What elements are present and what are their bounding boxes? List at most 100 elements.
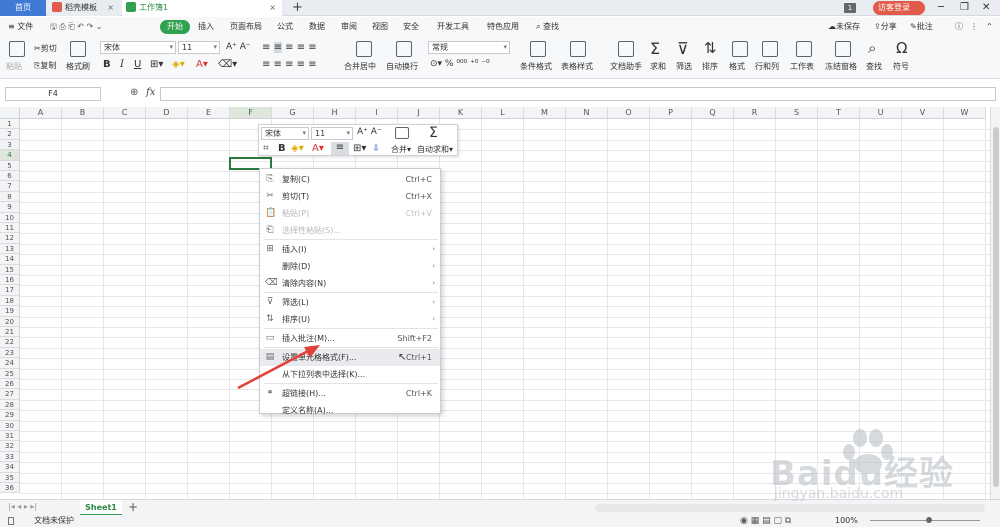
row-header[interactable]: 24 [0, 358, 20, 369]
find-label[interactable]: 查找 [866, 61, 882, 72]
row-header[interactable]: 26 [0, 379, 20, 390]
mini-size-select[interactable]: 11 ▾ [311, 127, 353, 140]
column-header[interactable]: I [356, 107, 398, 119]
row-header[interactable]: 36 [0, 483, 20, 494]
column-header[interactable]: D [146, 107, 188, 119]
row-header[interactable]: 4 [0, 150, 20, 161]
border-icon[interactable]: ⊞▾ [150, 59, 163, 70]
menu-special[interactable]: 特色应用 [487, 17, 519, 37]
row-header[interactable]: 8 [0, 191, 20, 203]
row-header[interactable]: 32 [0, 441, 20, 452]
worksheet-icon[interactable] [796, 41, 812, 57]
context-menu-item[interactable]: 定义名称(A)... [260, 402, 440, 419]
paste-button-label[interactable]: 粘贴 [6, 61, 22, 72]
row-header[interactable]: 17 [0, 285, 20, 296]
fx-icon[interactable]: fx [146, 87, 155, 98]
mini-clear-icon[interactable]: ⍋ [373, 142, 379, 153]
underline-icon[interactable]: U [134, 59, 141, 70]
column-header[interactable]: C [104, 107, 146, 119]
vertical-scrollbar[interactable] [990, 107, 1000, 499]
row-header[interactable]: 28 [0, 399, 20, 411]
column-header[interactable]: U [860, 107, 902, 119]
wrap-text-label[interactable]: 自动换行 [386, 61, 418, 72]
merge-center-icon[interactable] [356, 41, 372, 57]
align-horizontal-icons[interactable]: ≡ ≡ ≡ ≡ ≡ [262, 59, 317, 70]
zoom-formula-icon[interactable]: ⊕ [130, 87, 138, 98]
font-select[interactable]: 宋体 ▾ [100, 41, 176, 54]
row-header[interactable]: 30 [0, 420, 20, 431]
font-grow-shrink-icons[interactable]: A⁺ A⁻ [226, 42, 251, 52]
tab-workbook[interactable]: 工作簿1 × [122, 0, 282, 16]
mini-font-select[interactable]: 宋体 ▾ [261, 127, 309, 140]
sort-icon[interactable]: ⇅ [704, 39, 717, 57]
sheet-nav-icons[interactable]: |◂ ◂ ▸ ▸| [8, 502, 37, 511]
row-header[interactable]: 14 [0, 254, 20, 265]
mini-fill-icon[interactable]: ◈▾ [291, 143, 304, 154]
column-header[interactable]: Q [692, 107, 734, 119]
row-header[interactable]: 33 [0, 451, 20, 463]
add-sheet-icon[interactable]: + [128, 500, 138, 515]
number-format-select[interactable]: 常规 ▾ [428, 41, 510, 54]
row-header[interactable]: 27 [0, 389, 20, 400]
column-header[interactable]: P [650, 107, 692, 119]
mini-font-color-icon[interactable]: A▾ [312, 143, 324, 154]
scroll-thumb[interactable] [993, 127, 999, 487]
column-header[interactable]: F [230, 107, 272, 119]
mini-sum-icon[interactable]: Σ [429, 125, 438, 141]
doc-helper-icon[interactable] [618, 41, 634, 57]
context-menu-item[interactable]: ⊽ 筛选(L) › [260, 294, 440, 311]
row-header[interactable]: 1 [0, 119, 20, 130]
find-icon[interactable]: ⌕ [868, 39, 876, 57]
row-header[interactable]: 6 [0, 171, 20, 182]
row-header[interactable]: 34 [0, 462, 20, 473]
number-format-icons[interactable]: ⊙▾ % ⁰⁰⁰ ⁺⁰ ⁻⁰ [430, 59, 490, 69]
table-style-icon[interactable] [570, 41, 586, 57]
freeze-label[interactable]: 冻结窗格 [825, 61, 857, 72]
italic-icon[interactable]: I [120, 59, 124, 70]
quick-access-icons[interactable]: 🖫 ⎙ ⎗ ↶ ↷ ⌄ [50, 17, 102, 37]
row-header[interactable]: 21 [0, 327, 20, 338]
menu-data[interactable]: 数据 [309, 17, 325, 37]
mini-font-grow-shrink-icons[interactable]: A⁺ A⁻ [357, 127, 382, 137]
column-header[interactable]: W [944, 107, 986, 119]
menu-insert[interactable]: 插入 [198, 17, 214, 37]
row-header[interactable]: 20 [0, 316, 20, 327]
paste-icon[interactable] [9, 41, 25, 57]
row-header[interactable]: 5 [0, 160, 20, 171]
column-header[interactable]: R [734, 107, 776, 119]
window-count-badge[interactable]: 1 [844, 3, 856, 13]
font-size-select[interactable]: 11 ▾ [178, 41, 220, 54]
bold-icon[interactable]: B [103, 59, 111, 70]
format-painter-label[interactable]: 格式刷 [66, 61, 90, 72]
collapse-ribbon-icon[interactable]: ⌃ [986, 17, 993, 37]
tab-templates[interactable]: 稻壳模板 × [48, 0, 120, 16]
font-color-icon[interactable]: A▾ [196, 59, 208, 70]
sum-label[interactable]: 求和 [650, 61, 666, 72]
symbol-label[interactable]: 符号 [893, 61, 909, 72]
column-header[interactable]: M [524, 107, 566, 119]
row-header[interactable]: 25 [0, 368, 20, 379]
format-label[interactable]: 格式 [729, 61, 745, 72]
close-icon[interactable]: × [269, 0, 276, 16]
context-menu-item[interactable]: 删除(D) › [260, 258, 440, 275]
new-tab-icon[interactable]: + [292, 0, 303, 15]
sheet-tab[interactable]: Sheet1 [80, 500, 122, 516]
menu-security[interactable]: 安全 [403, 17, 419, 37]
column-header[interactable]: H [314, 107, 356, 119]
visitor-login-button[interactable]: 访客登录 [873, 1, 925, 15]
row-header[interactable]: 22 [0, 337, 20, 348]
row-header[interactable]: 15 [0, 264, 20, 275]
column-header[interactable]: G [272, 107, 314, 119]
menu-file[interactable]: ≡ 文件 [8, 17, 33, 37]
maximize-icon[interactable]: ❐ [960, 0, 969, 16]
column-header[interactable]: J [398, 107, 440, 119]
row-header[interactable]: 7 [0, 181, 20, 192]
rowcol-label[interactable]: 行和列 [755, 61, 779, 72]
tab-home[interactable]: 首页 [0, 0, 46, 16]
symbol-icon[interactable]: Ω [896, 39, 907, 57]
wrap-text-icon[interactable] [396, 41, 412, 57]
row-header[interactable]: 18 [0, 295, 20, 307]
freeze-panes-icon[interactable] [835, 41, 851, 57]
mini-autosum-button[interactable]: 自动求和▾ [417, 144, 453, 155]
menu-formula[interactable]: 公式 [277, 17, 293, 37]
